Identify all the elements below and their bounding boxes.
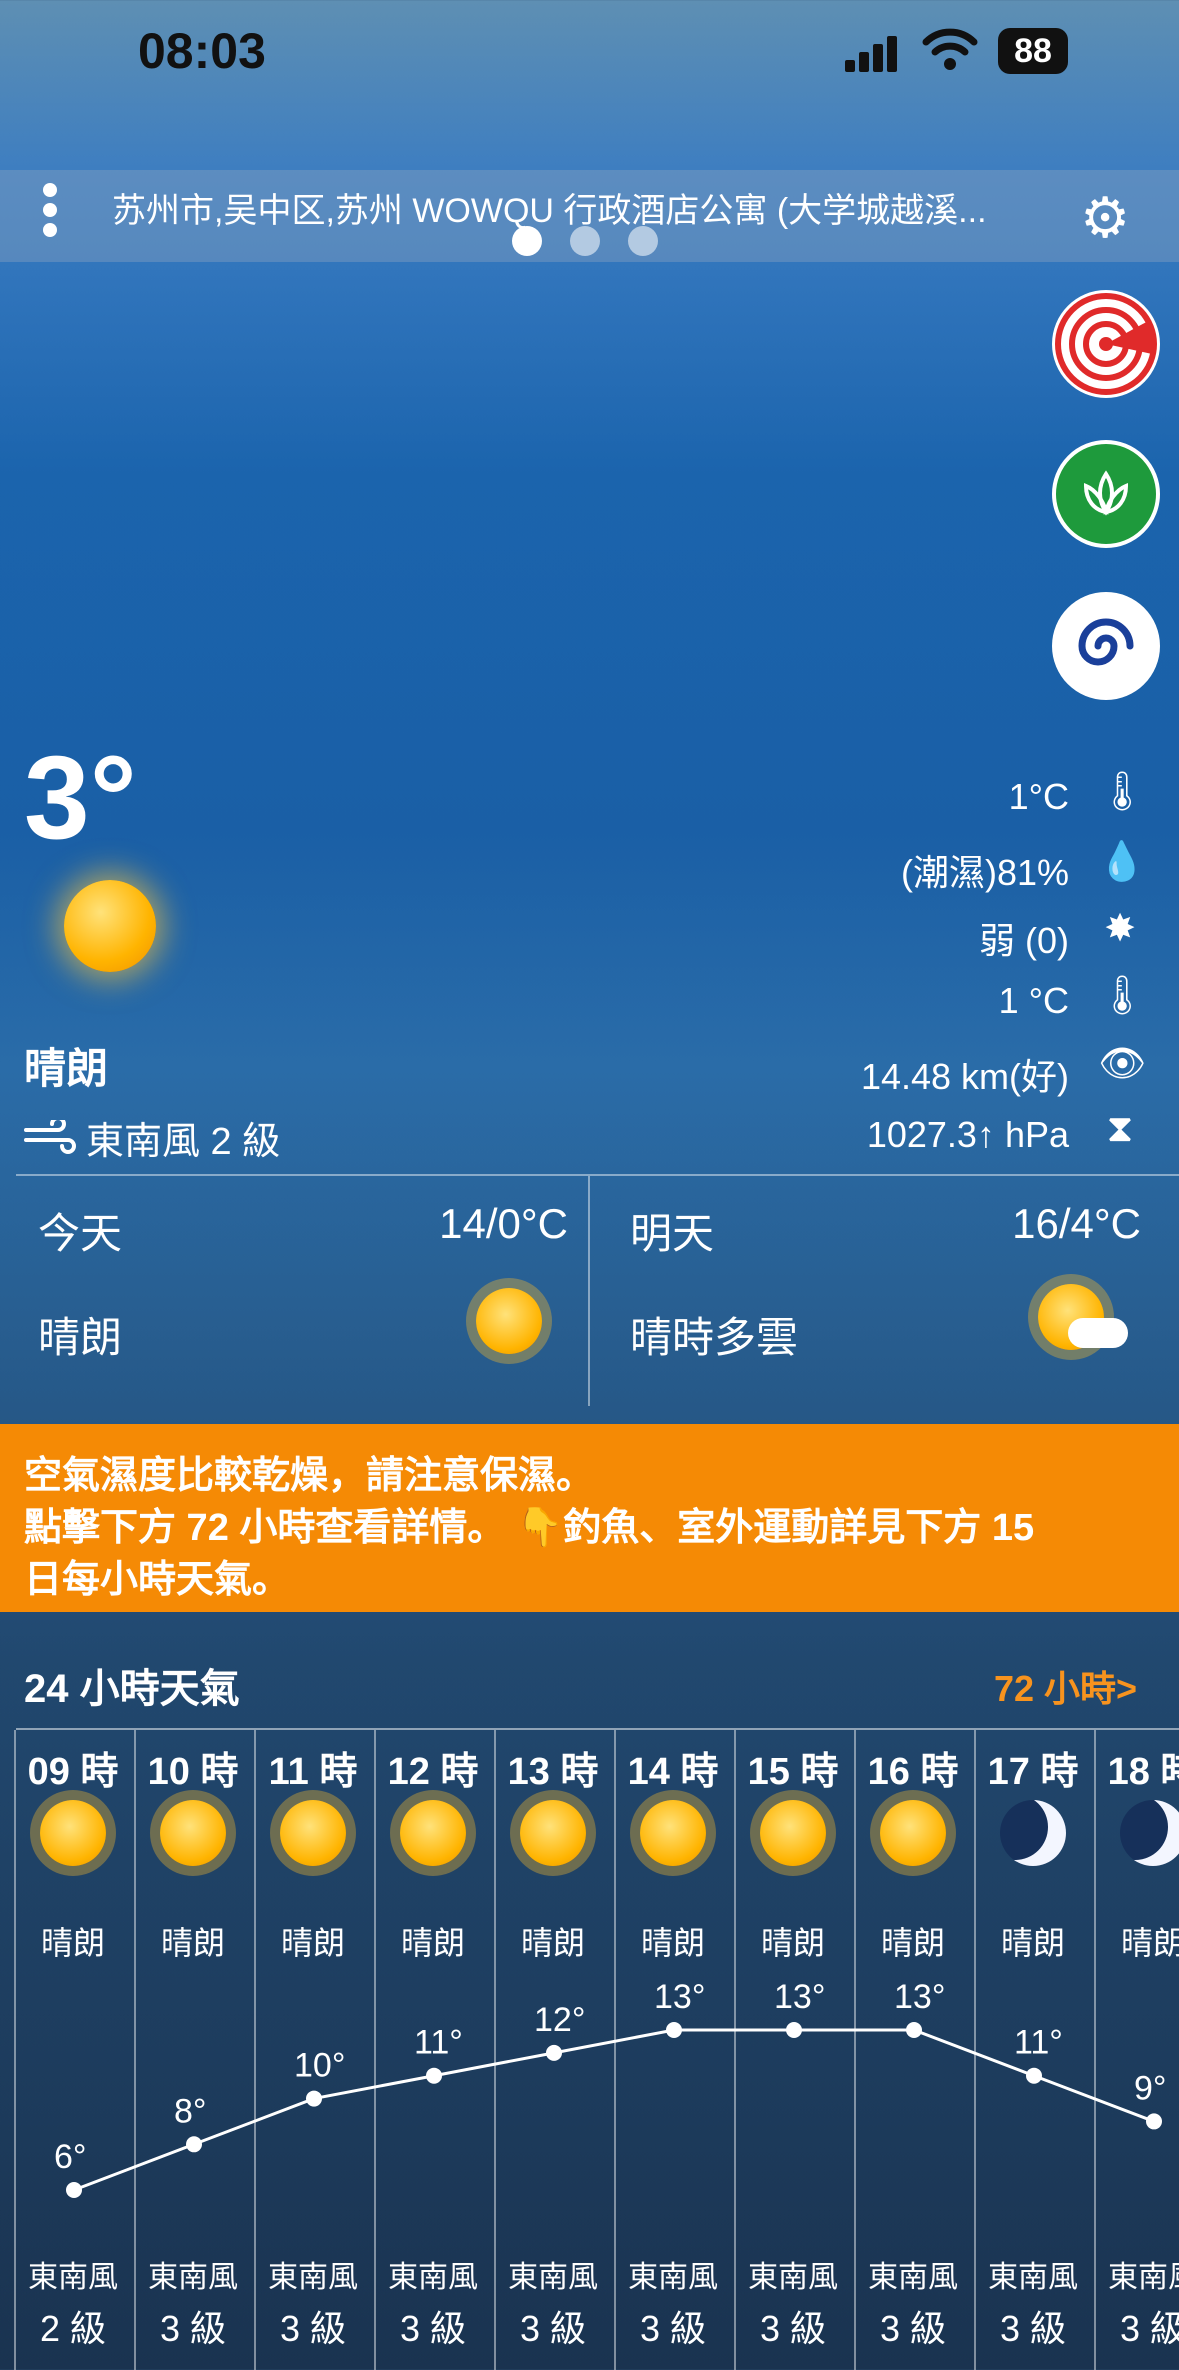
dew-point-icon: 🌡 bbox=[1098, 975, 1147, 1017]
advisory-banner[interactable]: 空氣濕度比較乾燥，請注意保濕。 點擊下方 72 小時查看詳情。 👇釣魚、室外運動… bbox=[0, 1424, 1179, 1612]
temp-point bbox=[426, 2067, 442, 2084]
temp-point bbox=[666, 2022, 682, 2038]
page-dot-2[interactable] bbox=[570, 226, 600, 256]
thermometer-icon: 🌡 bbox=[1098, 771, 1147, 813]
lotus-icon bbox=[1083, 470, 1129, 516]
temp-label: 13° bbox=[654, 1978, 705, 2016]
advisory-line-3: 日每小時天氣。 bbox=[24, 1559, 291, 1601]
temp-point bbox=[186, 2136, 202, 2153]
status-bar: 08:03 88 bbox=[0, 0, 1179, 110]
temp-label: 11° bbox=[414, 2024, 463, 2062]
hourly-72h-link[interactable]: 72 小時> bbox=[994, 1660, 1137, 1712]
cellular-signal-icon bbox=[845, 36, 897, 72]
page-indicator[interactable] bbox=[512, 226, 686, 261]
typhoon-icon bbox=[1078, 618, 1134, 666]
temp-point bbox=[1146, 2113, 1162, 2130]
pressure-icon: ⧗ bbox=[1106, 1108, 1134, 1150]
radar-button[interactable] bbox=[1052, 290, 1160, 398]
temp-line bbox=[73, 2028, 1155, 2192]
temp-point bbox=[906, 2022, 922, 2038]
forecast-today-condition: 晴朗 bbox=[38, 1314, 123, 1361]
advisory-line-1: 空氣濕度比較乾燥，請注意保濕。 bbox=[24, 1455, 595, 1497]
sun-icon bbox=[64, 880, 156, 972]
wind-label: 東南風 2 級 bbox=[86, 1121, 281, 1163]
advisory-line-2: 點擊下方 72 小時查看詳情。 👇釣魚、室外運動詳見下方 15 bbox=[24, 1507, 1035, 1549]
temp-point bbox=[786, 2022, 802, 2038]
temp-label: 11° bbox=[1014, 2024, 1063, 2062]
more-menu-icon[interactable] bbox=[40, 183, 60, 243]
radar-icon bbox=[1055, 293, 1157, 395]
current-temperature: 3° bbox=[24, 732, 137, 864]
visibility-value: 14.48 km(好) bbox=[860, 1056, 1069, 1097]
forecast-tomorrow[interactable]: 明天 16/4°C 晴時多雲 bbox=[588, 1174, 1179, 1406]
uv-sun-icon: ✸ bbox=[1104, 908, 1136, 950]
settings-gear-icon[interactable]: ⚙ bbox=[1080, 190, 1130, 246]
uv-value: 弱 (0) bbox=[978, 920, 1069, 961]
partly-cloudy-icon bbox=[1038, 1284, 1128, 1350]
forecast-today-label: 今天 bbox=[38, 1210, 123, 1257]
hourly-title: 24 小時天氣 bbox=[24, 1667, 240, 1711]
location-title[interactable]: 苏州市,吴中区,苏州 WOWQU 行政酒店公寓 (大学城越溪... bbox=[112, 183, 1032, 232]
sun-icon bbox=[476, 1288, 542, 1354]
status-time: 08:03 bbox=[138, 23, 266, 79]
temp-point bbox=[306, 2090, 322, 2107]
dew-point-value: 1 °C bbox=[998, 980, 1069, 1021]
temp-label: 6° bbox=[54, 2138, 87, 2176]
wind-icon bbox=[24, 1120, 76, 1154]
temp-label: 12° bbox=[534, 2001, 585, 2039]
forecast-tomorrow-condition: 晴時多雲 bbox=[630, 1314, 799, 1361]
temp-point bbox=[66, 2182, 82, 2198]
temp-point bbox=[1026, 2067, 1042, 2084]
forecast-tomorrow-label: 明天 bbox=[630, 1210, 715, 1257]
temp-point bbox=[546, 2044, 562, 2061]
typhoon-button[interactable] bbox=[1052, 592, 1160, 700]
pressure-value: 1027.3↑ hPa bbox=[866, 1114, 1069, 1155]
humidity-drop-icon: 💧 bbox=[1098, 841, 1146, 883]
forecast-tomorrow-range: 16/4°C bbox=[1012, 1200, 1141, 1247]
forecast-today-range: 14/0°C bbox=[439, 1200, 568, 1247]
temp-label: 13° bbox=[774, 1978, 825, 2016]
lotus-button[interactable] bbox=[1052, 440, 1160, 548]
temp-label: 9° bbox=[1134, 2069, 1167, 2107]
forecast-today[interactable]: 今天 14/0°C 晴朗 bbox=[16, 1174, 588, 1406]
wifi-icon bbox=[922, 26, 978, 77]
visibility-eye-icon: 👁 bbox=[1098, 1043, 1147, 1085]
temp-label: 10° bbox=[294, 2047, 345, 2085]
humidity-value: (潮濕)81% bbox=[900, 852, 1069, 893]
feels-like-value: 1°C bbox=[1008, 776, 1069, 817]
hourly-temp-chart: 6° 8° 10° 11° 12° 13° 13° 13° 11° 9° bbox=[54, 1978, 1167, 2198]
current-condition: 晴朗 bbox=[24, 1045, 109, 1092]
current-wind: 東南風 2 級 bbox=[24, 1110, 280, 1165]
temp-label: 8° bbox=[174, 2092, 207, 2130]
page-dot-1[interactable] bbox=[512, 226, 542, 256]
page-dot-3[interactable] bbox=[628, 226, 658, 256]
temp-label: 13° bbox=[894, 1978, 945, 2016]
battery-indicator: 88 bbox=[998, 28, 1068, 74]
